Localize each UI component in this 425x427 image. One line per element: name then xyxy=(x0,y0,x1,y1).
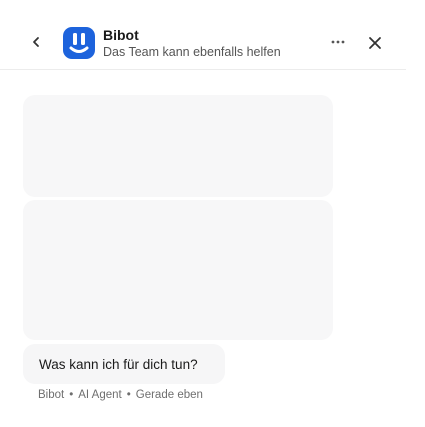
chat-header: Bibot Das Team kann ebenfalls helfen xyxy=(0,0,406,70)
bot-logo-icon xyxy=(69,33,89,53)
separator-dot: • xyxy=(126,389,131,401)
message-meta: Bibot • AI Agent • Gerade eben xyxy=(38,389,203,401)
bot-avatar xyxy=(63,27,95,59)
close-icon xyxy=(369,37,381,49)
bot-name: Bibot xyxy=(103,27,139,43)
bot-subtitle: Das Team kann ebenfalls helfen xyxy=(103,45,281,59)
loading-message-placeholder xyxy=(23,95,333,197)
loading-message-placeholder xyxy=(23,200,333,340)
message-sender: Bibot xyxy=(38,389,65,401)
back-button[interactable] xyxy=(26,30,46,54)
close-button[interactable] xyxy=(366,34,384,52)
more-horizontal-icon xyxy=(331,40,345,44)
chevron-left-icon xyxy=(33,37,39,47)
message-time: Gerade eben xyxy=(135,389,203,401)
more-options-button[interactable] xyxy=(328,34,348,50)
message-text: Was kann ich für dich tun? xyxy=(39,357,198,372)
bot-message-bubble: Was kann ich für dich tun? xyxy=(23,344,225,384)
message-role: AI Agent xyxy=(78,389,122,401)
separator-dot: • xyxy=(69,389,74,401)
